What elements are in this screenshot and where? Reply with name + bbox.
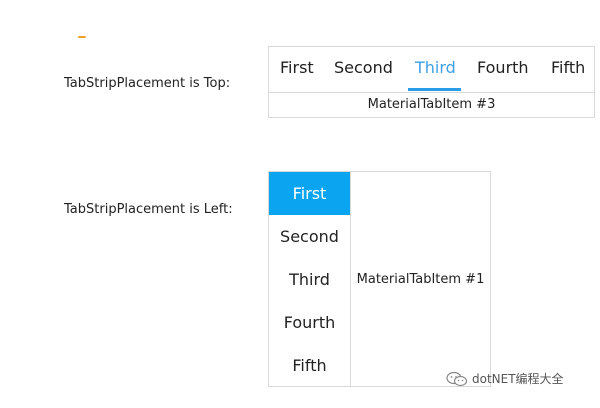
watermark-text: dotNET编程大全	[472, 372, 564, 386]
tabstrip-top: First Second Third Fourth Fifth	[269, 47, 594, 91]
wechat-icon	[446, 371, 468, 387]
tab-left-second[interactable]: Second	[269, 215, 350, 258]
tab-top-fourth[interactable]: Fourth	[477, 47, 529, 91]
tab-top-first[interactable]: First	[280, 47, 314, 91]
tab-left-fourth[interactable]: Fourth	[269, 301, 350, 344]
tab-top-second[interactable]: Second	[334, 47, 393, 91]
watermark: dotNET编程大全	[446, 370, 564, 387]
left-placement-label: TabStripPlacement is Left:	[64, 202, 233, 217]
tab-left-third[interactable]: Third	[269, 258, 350, 301]
tab-content-left: MaterialTabItem #1	[356, 271, 485, 287]
tab-content-top: MaterialTabItem #3	[367, 97, 496, 112]
tab-control-left: First Second Third Fourth Fifth Material…	[268, 171, 491, 387]
accent-mark	[78, 36, 86, 38]
tab-control-top: First Second Third Fourth Fifth Material…	[268, 46, 595, 118]
tab-top-fifth[interactable]: Fifth	[551, 47, 585, 91]
tab-left-fifth[interactable]: Fifth	[269, 344, 350, 387]
tabstrip-left: First Second Third Fourth Fifth	[269, 172, 350, 386]
tab-left-first[interactable]: First	[269, 172, 350, 215]
tab-top-third[interactable]: Third	[408, 47, 461, 91]
top-placement-label: TabStripPlacement is Top:	[64, 76, 231, 91]
